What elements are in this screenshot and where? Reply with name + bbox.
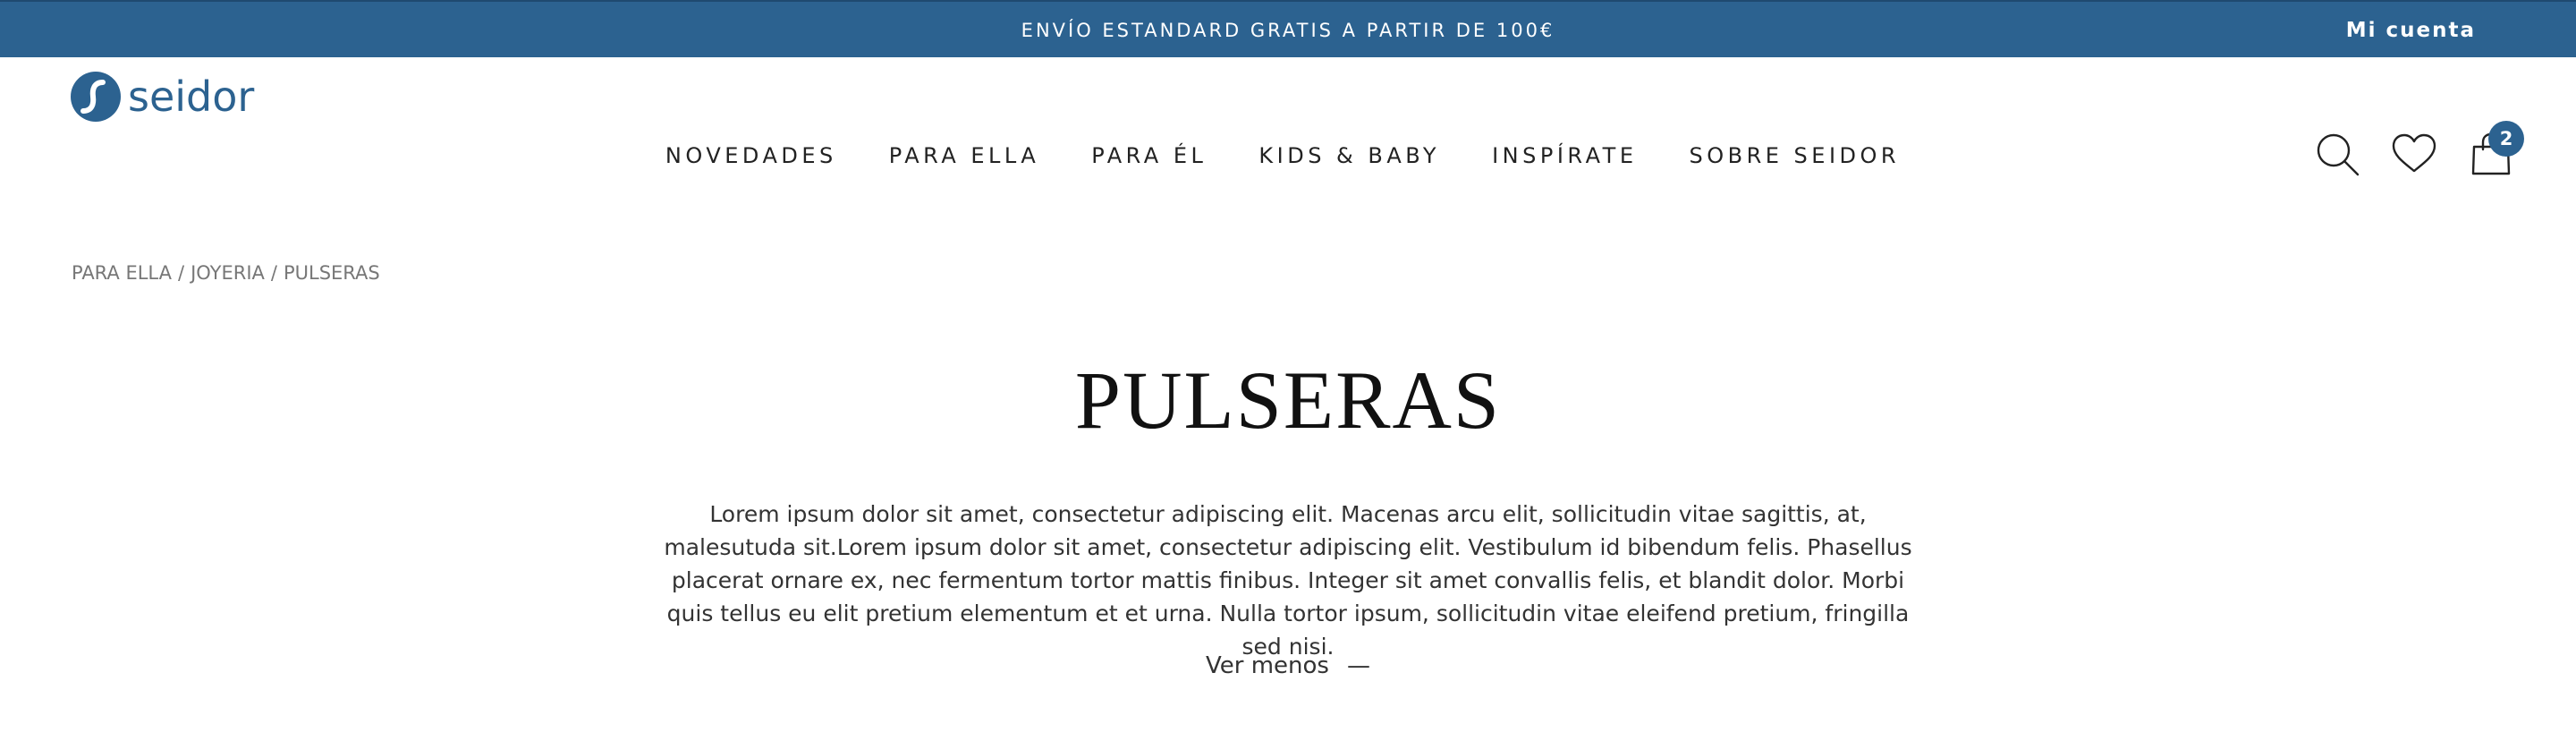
nav-item-para-ella[interactable]: PARA ELLA [889, 132, 1039, 179]
breadcrumb-separator: / [177, 262, 185, 284]
breadcrumb: PARA ELLA / JOYERIA / PULSERAS [72, 260, 380, 286]
promo-bar: ENVÍO ESTANDARD GRATIS A PARTIR DE 100€ … [0, 0, 2576, 57]
main-navigation: NOVEDADES PARA ELLA PARA ÉL KIDS & BABY … [0, 132, 2571, 179]
seidor-logo-mark-icon [71, 72, 121, 122]
seidor-logo[interactable]: seidor [71, 72, 254, 122]
breadcrumb-item-joyeria[interactable]: JOYERIA [191, 262, 265, 284]
breadcrumb-item-para-ella[interactable]: PARA ELLA [72, 262, 172, 284]
nav-item-sobre-seidor[interactable]: SOBRE SEIDOR [1690, 132, 1901, 179]
search-button[interactable] [2313, 130, 2361, 178]
logo-wordmark: seidor [128, 72, 255, 121]
cart-button[interactable]: 2 [2467, 121, 2524, 178]
nav-item-kids-baby[interactable]: KIDS & BABY [1258, 132, 1440, 179]
page-title: PULSERAS [1074, 354, 1502, 446]
cart-count-badge: 2 [2488, 121, 2524, 157]
free-shipping-promo: ENVÍO ESTANDARD GRATIS A PARTIR DE 100€ [1021, 20, 1555, 41]
my-account-link[interactable]: Mi cuenta [2346, 2, 2476, 59]
header-actions: 2 [2313, 121, 2524, 183]
wishlist-button[interactable] [2390, 130, 2438, 178]
show-less-label: Ver menos [1206, 652, 1329, 679]
nav-item-novedades[interactable]: NOVEDADES [665, 132, 837, 179]
heart-icon [2392, 133, 2436, 173]
search-icon [2317, 133, 2360, 176]
show-less-toggle[interactable]: Ver menos — [0, 650, 2576, 682]
category-description: Lorem ipsum dolor sit amet, consectetur … [664, 501, 1912, 660]
collapse-dash-icon: — [1346, 652, 1370, 679]
breadcrumb-item-pulseras: PULSERAS [283, 262, 380, 284]
breadcrumb-separator: / [270, 262, 277, 284]
nav-item-para-el[interactable]: PARA ÉL [1091, 132, 1207, 179]
nav-item-inspirate[interactable]: INSPÍRATE [1492, 132, 1637, 179]
